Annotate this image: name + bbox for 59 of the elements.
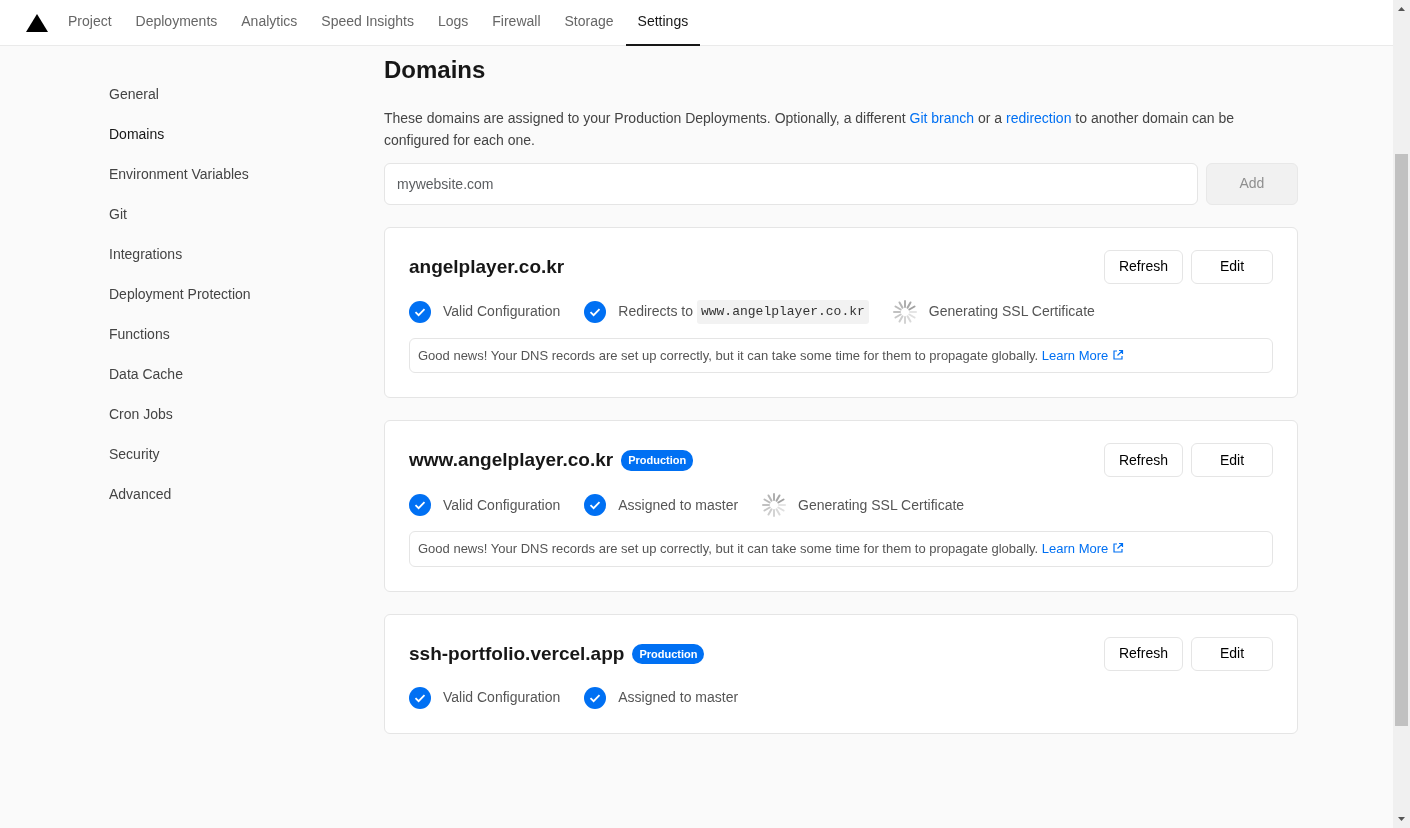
scrollbar[interactable] [1393, 0, 1410, 828]
status-text: Generating SSL Certificate [798, 495, 965, 515]
sidebar-item[interactable]: Cron Jobs [109, 394, 173, 434]
domain-name: angelplayer.co.kr [409, 254, 565, 279]
edit-button[interactable]: Edit [1191, 636, 1273, 671]
edit-button[interactable]: Edit [1191, 443, 1273, 478]
spinner-icon [762, 493, 787, 518]
nav-tab[interactable]: Storage [552, 0, 626, 46]
domain-name: www.angelplayer.co.kr [409, 448, 614, 473]
sidebar-item[interactable]: Git [109, 194, 127, 234]
description-text: These domains are assigned to your Production Deployments. Optionally, a different Git branch or a redirection to another domain can be configured for each one. [384, 108, 1236, 150]
status-text: Assigned to master [618, 688, 739, 708]
inline-link[interactable]: Git branch [909, 109, 975, 126]
sidebar-item[interactable]: Integrations [109, 234, 183, 274]
nav-tab[interactable]: Deployments [123, 0, 230, 46]
refresh-button[interactable]: Refresh [1103, 249, 1183, 284]
external-link-icon [1111, 542, 1124, 555]
status-text: Valid Configuration [443, 302, 561, 322]
check-circle-icon [584, 494, 607, 517]
refresh-button[interactable]: Refresh [1103, 443, 1183, 478]
check-circle-icon [584, 300, 607, 323]
sidebar-item[interactable]: Environment Variables [109, 154, 249, 194]
nav-tab[interactable]: Firewall [480, 0, 553, 46]
status-text: Generating SSL Certificate [928, 302, 1095, 322]
sidebar-item[interactable]: Advanced [109, 474, 172, 514]
page-title: Domains [384, 56, 487, 85]
inline-link[interactable]: redirection [1006, 109, 1072, 126]
check-circle-icon [584, 686, 607, 709]
refresh-button[interactable]: Refresh [1103, 636, 1183, 671]
status-text: Assigned to master [618, 495, 739, 515]
learn-more-link[interactable]: Learn More [1041, 541, 1124, 557]
sidebar-item[interactable]: Deployment Protection [109, 274, 251, 314]
nav-tab[interactable]: Project [56, 0, 124, 46]
logo-icon[interactable] [26, 13, 48, 32]
nav-tab[interactable]: Analytics [229, 0, 310, 46]
production-badge: Production [632, 643, 705, 665]
sidebar-item[interactable]: Domains [109, 114, 165, 154]
nav-tab[interactable]: Settings [625, 0, 701, 46]
domain-code: www.angelplayer.co.kr [696, 300, 869, 324]
status-text: Valid Configuration [443, 495, 561, 515]
check-circle-icon [409, 686, 431, 709]
nav-tab[interactable]: Speed Insights [309, 0, 426, 46]
notice-message: Good news! Your DNS records are set up correctly, but it can take some time for them to propagate globally. Learn More [409, 337, 1273, 374]
check-circle-icon [409, 494, 431, 517]
learn-more-link[interactable]: Learn More [1041, 347, 1124, 363]
domain-name: ssh-portfolio.vercel.app [409, 641, 625, 666]
nav-tab[interactable]: Logs [425, 0, 481, 46]
external-link-icon [1111, 348, 1124, 361]
status-text: Valid Configuration [443, 688, 561, 708]
sidebar-item[interactable]: Security [109, 434, 160, 474]
sidebar-item[interactable]: Data Cache [109, 354, 183, 394]
spinner-icon [892, 299, 917, 324]
production-badge: Production [621, 450, 694, 471]
status-text: Redirects to [618, 302, 693, 322]
sidebar-item[interactable]: Functions [109, 314, 170, 354]
check-circle-icon [409, 300, 431, 323]
edit-button[interactable]: Edit [1191, 249, 1273, 284]
notice-message: Good news! Your DNS records are set up correctly, but it can take some time for them to propagate globally. Learn More [409, 531, 1273, 567]
sidebar-item[interactable]: General [109, 74, 159, 114]
